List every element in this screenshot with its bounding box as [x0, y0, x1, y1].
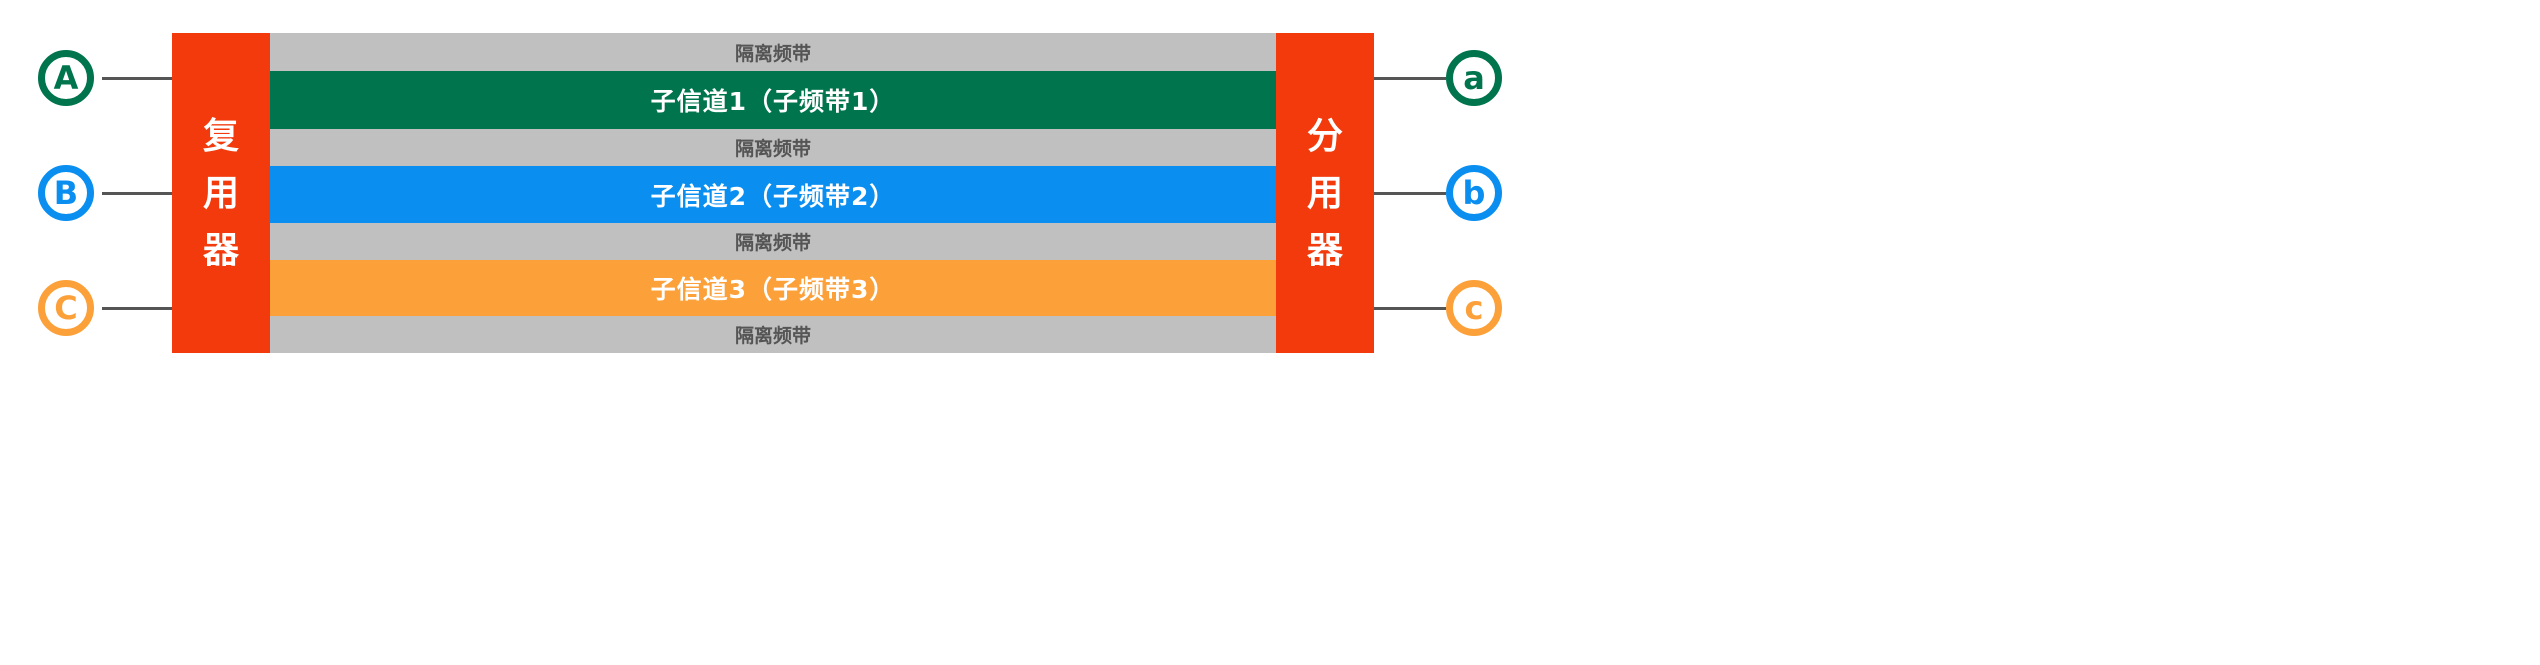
input-wire-b: [102, 192, 172, 195]
input-node-a: A: [38, 50, 94, 106]
guard-band-3: 隔离频带: [270, 223, 1276, 260]
demultiplexer-label-char-2: 用: [1306, 172, 1343, 214]
demultiplexer-label-char-1: 分: [1306, 115, 1343, 157]
guard-band-2: 隔离频带: [270, 129, 1276, 166]
input-wire-a: [102, 77, 172, 80]
demultiplexer-box: 分 用 器: [1276, 33, 1374, 353]
multiplexer-label-char-3: 器: [202, 229, 239, 271]
output-wire-c: [1374, 307, 1446, 310]
demultiplexer-label-char-3: 器: [1306, 229, 1343, 271]
guard-band-1: 隔离频带: [270, 33, 1276, 71]
sub-channel-3: 子信道3（子频带3）: [270, 260, 1276, 316]
multiplexer-label-char-2: 用: [202, 172, 239, 214]
sub-channel-1: 子信道1（子频带1）: [270, 71, 1276, 129]
fdm-diagram: 隔离频带 子信道1（子频带1） 隔离频带 子信道2（子频带2） 隔离频带 子信道…: [0, 0, 1568, 411]
output-node-a: a: [1446, 50, 1502, 106]
output-node-c: c: [1446, 280, 1502, 336]
multiplexer-label-char-1: 复: [202, 115, 239, 157]
sub-channel-2: 子信道2（子频带2）: [270, 166, 1276, 223]
input-node-c: C: [38, 280, 94, 336]
output-wire-a: [1374, 77, 1446, 80]
input-node-b: B: [38, 165, 94, 221]
output-node-b: b: [1446, 165, 1502, 221]
output-wire-b: [1374, 192, 1446, 195]
input-wire-c: [102, 307, 172, 310]
guard-band-4: 隔离频带: [270, 316, 1276, 353]
multiplexer-box: 复 用 器: [172, 33, 270, 353]
